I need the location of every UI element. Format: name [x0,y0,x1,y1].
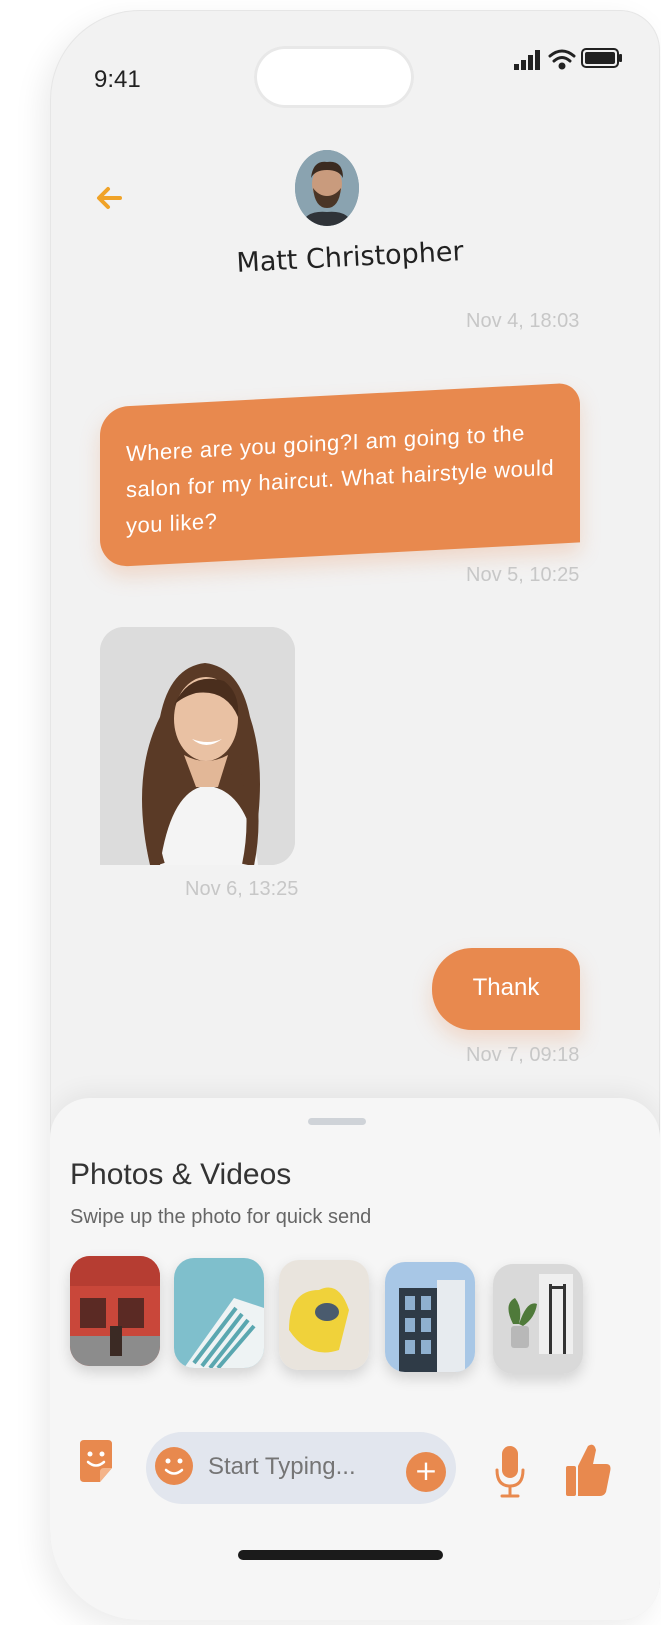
sheet-drag-handle[interactable] [308,1118,366,1125]
media-thumbnail[interactable] [174,1258,264,1368]
arrow-left-icon [97,187,122,209]
message-timestamp: Nov 7, 09:18 [466,1044,580,1066]
thumbs-up-icon[interactable] [564,1440,612,1500]
message-composer: + [146,1432,456,1504]
status-icons [514,48,622,70]
message-text: Thank [472,974,540,1001]
woman-portrait-image [100,627,295,865]
signal-icon [514,50,540,70]
plus-icon: + [414,1454,438,1487]
message-timestamp: Nov 6, 13:25 [185,878,299,900]
microphone-icon[interactable] [494,1444,526,1498]
media-sheet: Photos & Videos Swipe up the photo for q… [50,1098,660,1620]
status-time: 9:41 [94,66,141,93]
media-thumbnail[interactable] [279,1260,369,1370]
dynamic-island [254,46,414,108]
media-thumbnail[interactable] [385,1262,475,1372]
message-bubble-outgoing[interactable]: Thank [432,948,580,1030]
red-storefront-image [70,1256,160,1366]
message-bubble-outgoing[interactable]: Where are you going?I am going to the sa… [100,382,580,568]
wifi-icon [548,49,576,70]
media-thumbnail[interactable] [493,1264,583,1374]
sheet-title: Photos & Videos [70,1158,292,1191]
phone-frame: 9:41 Matt Christopher Nov 4, 18:03 Where… [50,10,660,1620]
message-text: Where are you going?I am going to the sa… [126,420,555,539]
screen: 9:41 Matt Christopher Nov 4, 18:03 Where… [0,0,661,1625]
message-input[interactable] [206,1452,400,1482]
timestamp: Nov 4, 18:03 [466,310,580,332]
sticker-button[interactable] [76,1438,116,1486]
back-button[interactable] [90,178,130,218]
interior-plant-image [493,1264,583,1374]
message-timestamp: Nov 5, 10:25 [466,564,580,586]
battery-icon [581,48,622,68]
emoji-icon[interactable] [154,1446,194,1486]
sheet-subtitle: Swipe up the photo for quick send [70,1206,372,1228]
add-attachment-button[interactable]: + [406,1452,446,1492]
yellow-chair-image [279,1260,369,1370]
home-indicator[interactable] [238,1550,443,1560]
sticker-icon [80,1440,112,1482]
media-thumbnail[interactable] [70,1256,160,1366]
contact-name: Matt Christopher [235,236,465,279]
avatar-image [295,150,359,226]
modern-building-image [385,1262,475,1372]
contact-avatar[interactable] [295,150,359,226]
photo-message[interactable] [100,627,295,865]
teal-building-image [174,1258,264,1368]
